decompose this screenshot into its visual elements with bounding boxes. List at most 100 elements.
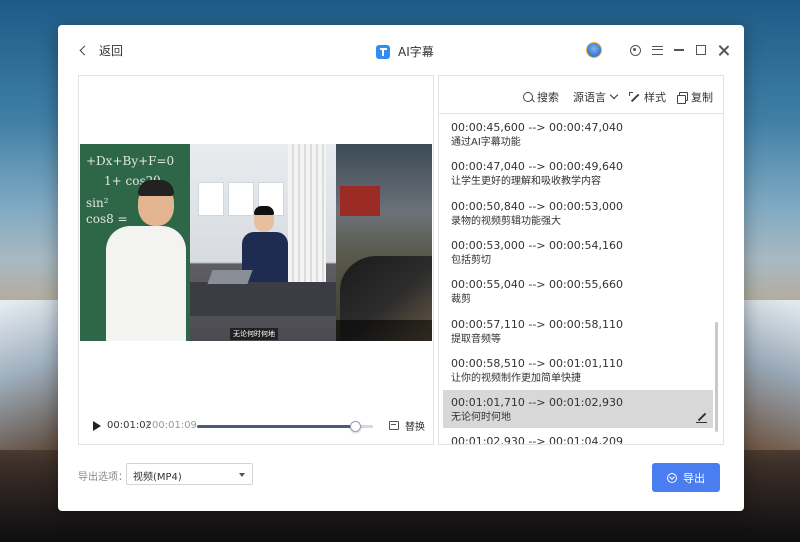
office-scene: [190, 144, 336, 341]
play-icon[interactable]: [93, 421, 101, 431]
edit-icon[interactable]: [696, 412, 707, 424]
subtitle-item[interactable]: 00:00:47,040 --> 00:00:49,640 让学生更好的理解和吸收…: [443, 154, 713, 192]
app-window: 返回 AI字幕 +Dx+By+F=0 1+ cos2θ sin² cos8 =: [58, 25, 744, 511]
subtitle-text: 提取音频等: [451, 333, 501, 345]
subtitle-item[interactable]: 00:00:45,600 --> 00:00:47,040 通过AI字幕功能: [443, 115, 713, 153]
pillar: [288, 144, 326, 284]
close-button[interactable]: [716, 43, 730, 57]
export-format-value: 视频(MP4): [133, 472, 182, 483]
teacher-figure: [106, 226, 186, 341]
subtitle-text: 包括剪切: [451, 254, 491, 266]
settings-button[interactable]: [628, 43, 642, 57]
avatar-icon[interactable]: [586, 42, 602, 58]
back-label: 返回: [99, 43, 124, 58]
desk: [190, 282, 336, 316]
search-button[interactable]: 搜索: [523, 89, 559, 105]
copy-icon: [677, 92, 688, 104]
subtitle-panel: 搜索 源语言 样式 复制 00:00:45,600 --> 00:00:47,0…: [438, 75, 724, 445]
subtitle-timecode: 00:00:55,040 --> 00:00:55,660: [451, 278, 623, 292]
subtitle-scrollbar[interactable]: [715, 115, 721, 444]
subtitle-item[interactable]: 00:01:01,710 --> 00:01:02,930 无论何时何地: [443, 390, 713, 429]
source-language-dropdown[interactable]: 源语言: [573, 89, 619, 105]
subtitle-timecode: 00:00:47,040 --> 00:00:49,640: [451, 160, 623, 174]
subtitle-timecode: 00:00:45,600 --> 00:00:47,040: [451, 121, 623, 134]
subtitle-text: 让你的视频制作更加简单快捷: [451, 372, 581, 384]
export-format-select[interactable]: 视频(MP4): [126, 463, 253, 485]
export-button[interactable]: 导出: [652, 463, 720, 492]
subtitle-timecode: 00:01:01,710 --> 00:01:02,930: [451, 396, 623, 410]
close-icon: [718, 45, 729, 56]
subtitle-timecode: 00:00:57,110 --> 00:00:58,110: [451, 317, 623, 331]
back-button[interactable]: 返回: [78, 41, 123, 59]
video-preview[interactable]: +Dx+By+F=0 1+ cos2θ sin² cos8 = 无论何时何地: [80, 144, 432, 341]
seek-bar-fill: [197, 425, 355, 428]
subtitle-text: 让学生更好的理解和吸收教学内容: [451, 176, 601, 188]
subtitle-text: 无论何时何地: [451, 412, 511, 424]
copy-button[interactable]: 复制: [677, 89, 713, 105]
seek-bar[interactable]: [197, 421, 373, 432]
brush-icon: [629, 91, 640, 103]
wall-poster: [228, 182, 254, 216]
truck: [340, 186, 380, 216]
minimize-icon: [674, 49, 684, 51]
style-label: 样式: [644, 91, 666, 104]
source-language-label: 源语言: [573, 91, 606, 104]
subtitle-timecode: 00:00:50,840 --> 00:00:53,000: [451, 199, 623, 213]
subtitle-timecode: 00:01:02,930 --> 00:01:04,209: [451, 435, 623, 444]
export-options-label: 导出选项：: [78, 472, 128, 483]
chevron-down-icon: [609, 90, 619, 100]
maximize-button[interactable]: [694, 43, 708, 57]
blackboard-scene: +Dx+By+F=0 1+ cos2θ sin² cos8 =: [80, 144, 190, 341]
subtitle-text: 通过AI字幕功能: [451, 137, 521, 148]
subtitle-timecode: 00:00:58,510 --> 00:01:01,110: [451, 356, 623, 370]
settings-gear-icon: [629, 44, 641, 56]
game-scene: [336, 144, 432, 341]
board-formula: sin²: [86, 196, 109, 210]
replace-label: 替换: [405, 422, 425, 433]
app-title-text: AI字幕: [398, 45, 434, 59]
presenter-hair: [254, 206, 274, 215]
subtitle-text: 裁剪: [451, 294, 471, 306]
subtitle-item[interactable]: 00:00:57,110 --> 00:00:58,110 提取音频等: [443, 312, 713, 350]
subtitle-app-icon: [376, 44, 390, 59]
game-hud: [336, 320, 432, 341]
laptop: [207, 270, 253, 284]
player-controls: 00:01:02 / 00:01:09 替换: [79, 414, 433, 438]
replace-button[interactable]: 替换: [389, 418, 425, 433]
search-icon: [523, 92, 533, 102]
subtitle-timecode: 00:00:53,000 --> 00:00:54,160: [451, 238, 623, 252]
video-player: +Dx+By+F=0 1+ cos2θ sin² cos8 = 无论何时何地 0…: [78, 75, 434, 445]
dropdown-arrow-icon: [239, 473, 245, 477]
menu-button[interactable]: [650, 43, 664, 57]
subtitle-item[interactable]: 00:01:02,930 --> 00:01:04,209: [443, 429, 713, 444]
video-subtitle-caption: 无论何时何地: [230, 328, 278, 340]
export-button-label: 导出: [683, 471, 705, 485]
copy-label: 复制: [691, 91, 713, 104]
chevron-left-icon: [79, 45, 90, 55]
subtitle-toolbar: 搜索 源语言 样式 复制: [439, 76, 723, 114]
subtitle-list: 00:00:45,600 --> 00:00:47,040 通过AI字幕功能 00:…: [443, 115, 713, 444]
time-separator: /: [146, 420, 150, 431]
search-label: 搜索: [537, 91, 559, 104]
teacher-hair: [138, 180, 174, 196]
style-button[interactable]: 样式: [629, 89, 666, 105]
subtitle-item[interactable]: 00:00:53,000 --> 00:00:54,160 包括剪切: [443, 233, 713, 271]
minimize-button[interactable]: [672, 43, 686, 57]
wall-poster: [198, 182, 224, 216]
replace-icon: [389, 421, 399, 430]
board-formula: +Dx+By+F=0: [86, 154, 175, 168]
app-title: AI字幕: [376, 43, 434, 60]
scrollbar-thumb[interactable]: [715, 322, 718, 432]
export-icon: [667, 472, 677, 483]
subtitle-item[interactable]: 00:00:50,840 --> 00:00:53,000 录物的视频剪辑功能强大: [443, 194, 713, 232]
subtitle-item[interactable]: 00:00:55,040 --> 00:00:55,660 裁剪: [443, 272, 713, 310]
window-controls: [586, 42, 730, 58]
maximize-icon: [696, 45, 706, 55]
total-time: 00:01:09: [152, 420, 197, 431]
board-formula: cos8 =: [86, 212, 128, 226]
menu-icon: [651, 45, 663, 55]
seek-handle[interactable]: [350, 421, 361, 432]
title-bar: 返回 AI字幕: [58, 25, 744, 75]
subtitle-text: 录物的视频剪辑功能强大: [451, 215, 561, 227]
subtitle-item[interactable]: 00:00:58,510 --> 00:01:01,110 让你的视频制作更加简单…: [443, 351, 713, 389]
